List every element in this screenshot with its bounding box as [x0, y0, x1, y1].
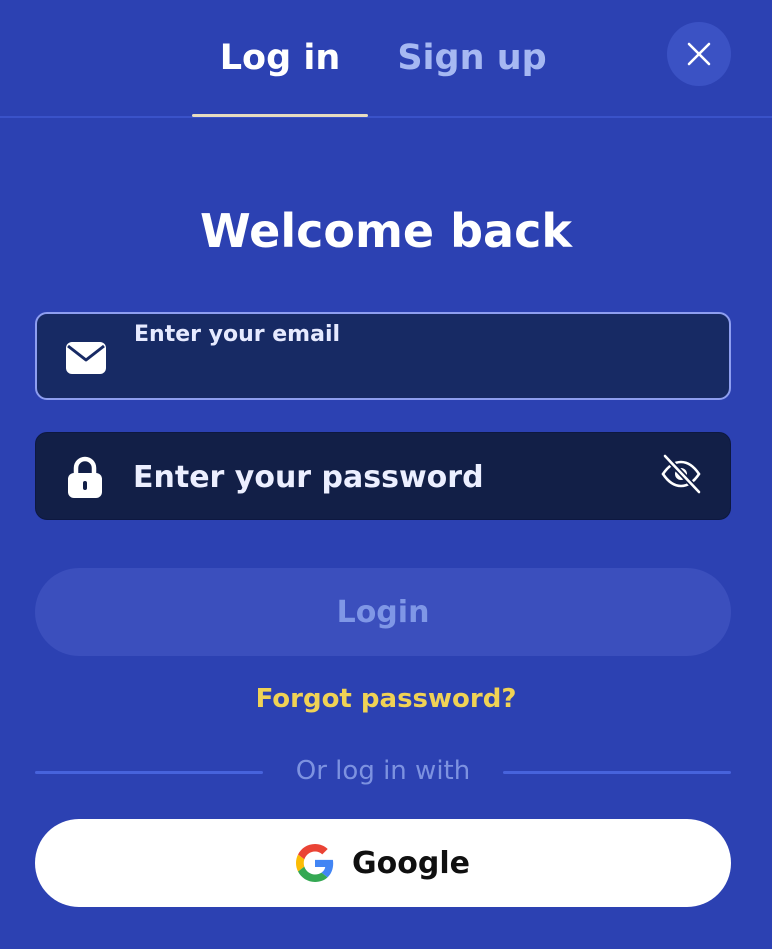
login-button[interactable]: Login — [35, 568, 731, 656]
tab-log-in[interactable]: Log in — [192, 38, 368, 118]
page-title: Welcome back — [200, 204, 572, 258]
toggle-password-visibility-button[interactable] — [658, 451, 704, 497]
google-logo-icon — [296, 844, 334, 882]
eye-slash-icon — [661, 453, 702, 495]
password-field[interactable] — [35, 432, 731, 520]
auth-tabs: Log in Sign up — [0, 0, 772, 118]
close-button[interactable] — [667, 22, 731, 86]
email-field[interactable]: Enter your email — [35, 312, 731, 400]
google-button-label: Google — [352, 845, 470, 881]
login-modal: Log in Sign up Welcome back Enter your e… — [0, 0, 772, 949]
email-field-label: Enter your email — [134, 322, 341, 347]
tab-sign-up[interactable]: Sign up — [396, 38, 548, 118]
active-tab-indicator — [192, 114, 368, 117]
divider-text: Or log in with — [295, 756, 471, 786]
google-login-button[interactable]: Google — [35, 819, 731, 907]
forgot-password-link[interactable]: Forgot password? — [0, 684, 772, 714]
divider-line-right — [503, 771, 731, 774]
divider-line-left — [35, 771, 263, 774]
email-input[interactable] — [134, 358, 704, 392]
envelope-icon — [65, 340, 107, 376]
close-icon — [687, 42, 711, 66]
password-input[interactable] — [133, 455, 633, 499]
lock-icon — [64, 456, 106, 498]
